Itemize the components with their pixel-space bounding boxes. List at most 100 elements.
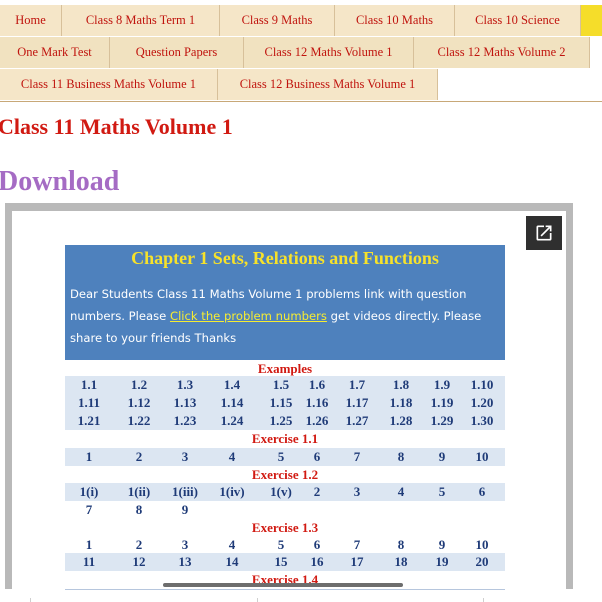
nav-tab-class12-maths-volume2[interactable]: Class 12 Maths Volume 2 — [414, 37, 590, 68]
page-title: Class 11 Maths Volume 1 — [0, 114, 233, 139]
problem-number-link[interactable]: 1.11 — [78, 395, 100, 411]
table-row: 1.1 1.2 1.3 1.4 1.5 1.6 1.7 1.8 1.9 1.10 — [65, 376, 505, 395]
problem-number-link[interactable]: 1.21 — [78, 413, 101, 429]
examples-label-row: Examples — [65, 360, 505, 377]
problem-number-link[interactable]: 20 — [476, 554, 489, 570]
problem-number-link[interactable]: 1.22 — [128, 413, 151, 429]
problem-number-link[interactable]: 12 — [133, 554, 146, 570]
problem-number-link[interactable]: 19 — [436, 554, 449, 570]
problem-number-link[interactable]: 1.12 — [128, 395, 151, 411]
problem-number-link[interactable]: 1.19 — [431, 395, 454, 411]
problem-number-link[interactable]: 13 — [179, 554, 192, 570]
intro-text: Dear Students Class 11 Maths Volume 1 pr… — [70, 283, 500, 349]
nav-tab-class9-maths[interactable]: Class 9 Maths — [220, 5, 335, 36]
problem-number-link[interactable]: 7 — [354, 449, 361, 465]
table-row: 11 12 13 14 15 16 17 18 19 20 — [65, 553, 505, 572]
problem-number-link[interactable]: 1.30 — [471, 413, 494, 429]
problem-number-link[interactable]: 1.8 — [393, 377, 409, 393]
problem-number-link[interactable]: 1.14 — [221, 395, 244, 411]
problem-number-link[interactable]: 3 — [182, 449, 189, 465]
problem-number-link[interactable]: 5 — [278, 537, 285, 553]
problem-number-link[interactable]: 1.20 — [471, 395, 494, 411]
divider-tick — [257, 598, 258, 602]
problem-number-link[interactable]: 10 — [476, 537, 489, 553]
problem-number-link[interactable]: 2 — [136, 449, 143, 465]
problem-number-link[interactable]: 1.1 — [81, 377, 97, 393]
nav-tab-overflow[interactable] — [581, 5, 602, 36]
problem-number-link[interactable]: 18 — [395, 554, 408, 570]
problem-number-link[interactable]: 2 — [136, 537, 143, 553]
problem-number-link[interactable]: 14 — [226, 554, 239, 570]
problem-number-link[interactable]: 7 — [86, 502, 93, 518]
problem-number-link[interactable]: 8 — [136, 502, 143, 518]
problem-number-link[interactable]: 1(ii) — [128, 484, 150, 500]
problem-number-link[interactable]: 1.17 — [346, 395, 369, 411]
nav-tab-class8-maths-term1[interactable]: Class 8 Maths Term 1 — [62, 5, 220, 36]
problem-number-link[interactable]: 3 — [182, 537, 189, 553]
problem-number-link[interactable]: 1.3 — [177, 377, 193, 393]
problem-number-link[interactable]: 1(i) — [80, 484, 99, 500]
problem-number-link[interactable]: 5 — [278, 449, 285, 465]
popout-button[interactable] — [526, 216, 562, 250]
problem-number-link[interactable]: 1.7 — [349, 377, 365, 393]
problem-number-link[interactable]: 1.26 — [306, 413, 329, 429]
table-row: 7 8 9 — [65, 501, 505, 520]
problem-number-link[interactable]: 1.13 — [174, 395, 197, 411]
nav-tab-class12-maths-volume1[interactable]: Class 12 Maths Volume 1 — [244, 37, 414, 68]
problem-number-link[interactable]: 1.16 — [306, 395, 329, 411]
problem-number-link[interactable]: 6 — [314, 449, 321, 465]
problem-number-link[interactable]: 9 — [182, 502, 189, 518]
problem-number-link[interactable]: 1.6 — [309, 377, 325, 393]
problem-number-link[interactable]: 15 — [275, 554, 288, 570]
problem-number-link[interactable]: 6 — [314, 537, 321, 553]
nav-tab-class10-science[interactable]: Class 10 Science — [455, 5, 581, 36]
problem-number-link[interactable]: 1.24 — [221, 413, 244, 429]
problem-number-link[interactable]: 1.9 — [434, 377, 450, 393]
problem-number-link[interactable]: 9 — [439, 537, 446, 553]
problem-number-link[interactable]: 1.2 — [131, 377, 147, 393]
exercise-1-1-label-row: Exercise 1.1 — [65, 430, 505, 449]
chapter-title: Chapter 1 Sets, Relations and Functions — [131, 248, 439, 268]
problem-number-link[interactable]: 8 — [398, 537, 405, 553]
problem-numbers-link[interactable]: Click the problem numbers — [170, 309, 327, 323]
exercise-1-1-label: Exercise 1.1 — [251, 431, 319, 446]
nav-tab-class10-maths[interactable]: Class 10 Maths — [335, 5, 455, 36]
problem-number-link[interactable]: 1.4 — [224, 377, 240, 393]
problem-number-link[interactable]: 1.10 — [471, 377, 494, 393]
nav-tab-class11-business-maths-volume1[interactable]: Class 11 Business Maths Volume 1 — [0, 69, 218, 100]
problem-number-link[interactable]: 1(iii) — [172, 484, 198, 500]
viewer-scroll-thumb[interactable] — [163, 583, 403, 587]
nav-tab-class12-business-maths-volume1[interactable]: Class 12 Business Maths Volume 1 — [218, 69, 438, 100]
problem-number-link[interactable]: 3 — [354, 484, 361, 500]
problem-number-link[interactable]: 5 — [439, 484, 446, 500]
problem-number-link[interactable]: 1.23 — [174, 413, 197, 429]
nav-tab-question-papers[interactable]: Question Papers — [110, 37, 244, 68]
problem-number-link[interactable]: 1 — [86, 449, 93, 465]
problem-number-link[interactable]: 2 — [314, 484, 321, 500]
problem-number-link[interactable]: 1 — [86, 537, 93, 553]
problem-number-link[interactable]: 1.29 — [431, 413, 454, 429]
problem-number-link[interactable]: 9 — [439, 449, 446, 465]
problem-number-link[interactable]: 4 — [229, 537, 236, 553]
exercise-1-3-label-row: Exercise 1.3 — [65, 519, 505, 537]
nav-tab-home[interactable]: Home — [0, 5, 62, 36]
problem-number-link[interactable]: 1.18 — [390, 395, 413, 411]
problem-number-link[interactable]: 1.25 — [270, 413, 293, 429]
problem-number-link[interactable]: 10 — [476, 449, 489, 465]
problem-number-link[interactable]: 6 — [479, 484, 486, 500]
problem-number-link[interactable]: 11 — [83, 554, 95, 570]
problem-number-link[interactable]: 1(v) — [270, 484, 292, 500]
problem-number-link[interactable]: 1.28 — [390, 413, 413, 429]
problem-number-link[interactable]: 4 — [229, 449, 236, 465]
problem-number-link[interactable]: 1(iv) — [219, 484, 244, 500]
nav-tab-one-mark-test[interactable]: One Mark Test — [0, 37, 110, 68]
problem-number-link[interactable]: 16 — [311, 554, 324, 570]
problem-number-link[interactable]: 8 — [398, 449, 405, 465]
problem-number-link[interactable]: 1.5 — [273, 377, 289, 393]
problem-number-link[interactable]: 17 — [351, 554, 364, 570]
problem-number-link[interactable]: 1.15 — [270, 395, 293, 411]
problem-number-link[interactable]: 7 — [354, 537, 361, 553]
exercise-1-3-label: Exercise 1.3 — [251, 520, 319, 535]
problem-number-link[interactable]: 4 — [398, 484, 405, 500]
problem-number-link[interactable]: 1.27 — [346, 413, 369, 429]
